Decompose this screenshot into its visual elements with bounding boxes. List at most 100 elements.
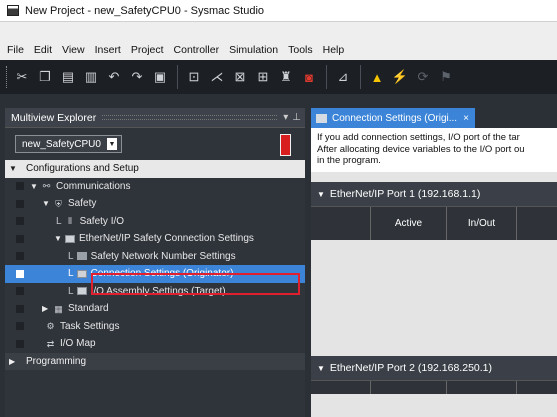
build-icon[interactable]: ⋌ [206,66,228,88]
verify-icon[interactable]: ⊿ [332,66,354,88]
dropdown-arrow-icon[interactable]: ▾ [283,112,288,123]
compare-icon[interactable]: ⊠ [229,66,251,88]
port1-grid-header: Active In/Out [311,206,557,240]
collapse-icon[interactable]: ▼ [317,190,325,199]
menu-view[interactable]: View [57,44,90,56]
error-indicator-icon[interactable] [280,134,291,156]
online-icon[interactable]: ⚡ [389,66,411,88]
device-row: new_SafetyCPU0 ▼ [5,128,305,160]
menu-file[interactable]: File [0,44,29,56]
tree-safety-network-number-settings[interactable]: L Safety Network Number Settings [5,248,305,266]
menu-simulation[interactable]: Simulation [224,44,283,56]
collapse-icon[interactable]: ▼ [42,199,53,208]
tree-item-label: Safety [68,198,97,210]
expand-icon[interactable]: ▶ [9,357,20,366]
offline-icon[interactable]: ⟳ [412,66,434,88]
tree-configurations-and-setup[interactable]: ▼ Configurations and Setup [5,160,305,178]
tree-item-label: Configurations and Setup [26,163,139,175]
header-grip [102,115,278,120]
connection-icon [76,269,87,278]
help-icon[interactable]: ▣ [149,66,171,88]
tree-status-marker [16,252,24,261]
collapse-icon[interactable]: ▼ [317,364,325,373]
port1-section-header[interactable]: ▼ EtherNet/IP Port 1 (192.168.1.1) [311,182,557,206]
menu-tools[interactable]: Tools [283,44,318,56]
toolbar-separator [326,65,327,89]
tree-safety[interactable]: ▼ ⛨ Safety [5,195,305,213]
menu-bar-background [0,22,557,42]
tree-status-marker [16,199,24,208]
tree-programming[interactable]: ▶ Programming [5,352,305,370]
safety-icon: ⛨ [55,198,62,209]
delete-icon[interactable]: ▥ [80,66,102,88]
menu-bar: File Edit View Insert Project Controller… [0,40,557,60]
toolbar-separator [360,65,361,89]
table-icon[interactable]: ⊞ [252,66,274,88]
port1-label: EtherNet/IP Port 1 (192.168.1.1) [329,188,481,200]
tree-item-label: Safety I/O [79,215,125,227]
tree-ethernet-ip-safety-connection-settings[interactable]: ▼ EtherNet/IP Safety Connection Settings [5,230,305,248]
find-icon[interactable]: ♜ [275,66,297,88]
tree-item-label: Safety Network Number Settings [90,250,236,262]
tree-task-settings[interactable]: ⚙ Task Settings [5,318,305,336]
tree-io-map[interactable]: ⇄ I/O Map [5,335,305,353]
collapse-icon[interactable]: ▼ [30,182,41,191]
port1-grid-body [311,240,557,356]
tree-status-marker [16,339,24,348]
close-icon[interactable]: × [463,113,469,124]
collapse-icon[interactable]: ▼ [54,234,65,243]
cross-reference-icon[interactable]: ⊡ [183,66,205,88]
tree-status-marker [16,287,24,296]
redo-icon[interactable]: ↷ [126,66,148,88]
connection-icon [316,113,327,123]
menu-help[interactable]: Help [318,44,350,56]
explorer-title: Multiview Explorer [11,111,97,124]
port2-section-header[interactable]: ▼ EtherNet/IP Port 2 (192.168.250.1) [311,356,557,380]
collapse-icon[interactable]: ▼ [9,164,20,173]
column-header-active[interactable]: Active [371,207,447,240]
editor-pane: Connection Settings (Origi... × If you a… [311,108,557,417]
tree-status-marker [16,234,24,243]
info-message: If you add connection settings, I/O port… [311,128,557,172]
pin-icon[interactable]: ⊥ [292,112,301,123]
network-icon: ⚯ [42,181,51,192]
tree-item-label: Standard [68,303,109,315]
tree-connector: L [68,268,74,280]
tree-status-marker [16,304,24,313]
menu-insert[interactable]: Insert [90,44,126,56]
column-header [447,381,517,394]
cut-icon[interactable]: ✂ [11,66,33,88]
copy-icon[interactable]: ❐ [34,66,56,88]
info-line: After allocating device variables to the… [317,143,525,155]
column-header-in-out[interactable]: In/Out [447,207,517,240]
expand-icon[interactable]: ▶ [42,304,53,313]
toolbar: ✂ ❐ ▤ ▥ ↶ ↷ ▣ ⊡ ⋌ ⊠ ⊞ ♜ ◙ ⊿ ▲ ⚡ ⟳ ⚑ [0,60,557,94]
stop-icon[interactable]: ◙ [298,66,320,88]
menu-edit[interactable]: Edit [29,44,57,56]
column-header [311,207,371,240]
port2-label: EtherNet/IP Port 2 (192.168.250.1) [329,362,492,374]
tree-status-marker [16,269,24,278]
menu-project[interactable]: Project [126,44,169,56]
menu-controller[interactable]: Controller [169,44,225,56]
warning-icon[interactable]: ▲ [366,66,388,88]
info-line: If you add connection settings, I/O port… [317,132,520,143]
tab-connection-settings[interactable]: Connection Settings (Origi... × [311,108,475,128]
tree-safety-io[interactable]: L ⫴ Safety I/O [5,213,305,231]
tree-standard[interactable]: ▶ ▦ Standard [5,300,305,318]
paste-icon[interactable]: ▤ [57,66,79,88]
tree-item-label: Communications [56,180,131,192]
device-name: new_SafetyCPU0 [22,138,101,150]
highlight-annotation [91,273,300,295]
toolbar-grip[interactable] [6,66,8,88]
tree-connector: L [68,285,74,297]
synchronize-icon[interactable]: ⚑ [435,66,457,88]
tab-strip: Connection Settings (Origi... × [311,108,557,128]
chevron-down-icon[interactable]: ▼ [106,138,117,150]
toolbar-separator [177,65,178,89]
device-selector[interactable]: new_SafetyCPU0 ▼ [15,135,122,153]
undo-icon[interactable]: ↶ [103,66,125,88]
tree-status-marker [16,217,24,226]
tree-status-marker [16,322,24,331]
tree-communications[interactable]: ▼ ⚯ Communications [5,178,305,196]
